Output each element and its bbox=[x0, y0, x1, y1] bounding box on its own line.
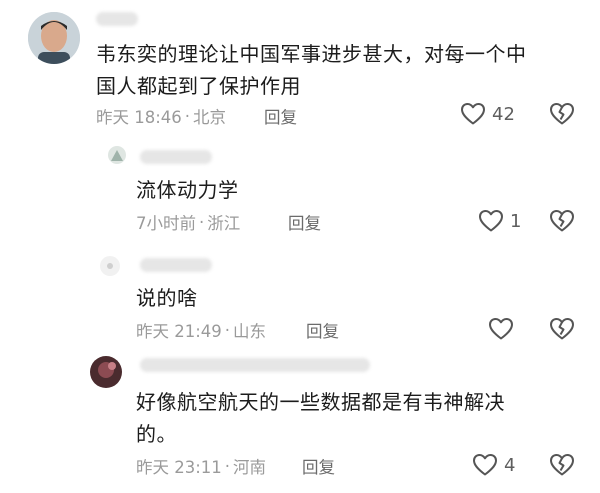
comment-location: 山东 bbox=[233, 322, 267, 341]
broken-heart-icon bbox=[548, 317, 576, 341]
dislike-button[interactable] bbox=[548, 317, 576, 341]
comment-text: 流体动力学 bbox=[136, 174, 239, 206]
like-button[interactable] bbox=[488, 317, 520, 341]
comment-thread: 韦东奕的理论让中国军事进步甚大，对每一个中 国人都起到了保护作用 昨天 18:4… bbox=[0, 0, 600, 493]
separator-dot: · bbox=[199, 212, 205, 232]
heart-outline-icon bbox=[472, 453, 498, 477]
dislike-button[interactable] bbox=[548, 209, 576, 233]
comment-text-line: 的。 bbox=[136, 422, 177, 446]
comment-text-line: 说的啥 bbox=[136, 286, 198, 310]
comment-location: 北京 bbox=[193, 108, 227, 127]
comment-time: 昨天 23:11 bbox=[136, 458, 222, 477]
avatar[interactable] bbox=[108, 146, 126, 164]
separator-dot: · bbox=[184, 106, 191, 126]
comment-location: 浙江 bbox=[207, 214, 241, 233]
comment-time: 7小时前 bbox=[136, 214, 196, 233]
comment-text: 说的啥 bbox=[136, 282, 198, 314]
like-count: 1 bbox=[510, 210, 522, 232]
comment-location: 河南 bbox=[233, 458, 267, 477]
dislike-button[interactable] bbox=[548, 453, 576, 477]
comment-text: 好像航空航天的一些数据都是有韦神解决 的。 bbox=[136, 386, 576, 450]
comment-text-line: 国人都起到了保护作用 bbox=[96, 74, 301, 98]
username-blurred[interactable] bbox=[140, 258, 212, 272]
comment-text-line: 韦东奕的理论让中国军事进步甚大，对每一个中 bbox=[96, 42, 527, 66]
comment-time: 昨天 18:46 bbox=[96, 108, 182, 127]
reply-button[interactable]: 回复 bbox=[306, 318, 339, 342]
username-blurred[interactable] bbox=[96, 12, 138, 26]
like-count: 4 bbox=[504, 454, 516, 476]
heart-outline-icon bbox=[460, 102, 486, 126]
username-blurred[interactable] bbox=[140, 150, 212, 164]
like-button[interactable]: 1 bbox=[478, 209, 521, 233]
dislike-button[interactable] bbox=[548, 102, 576, 126]
avatar[interactable] bbox=[90, 356, 122, 388]
comment-text: 韦东奕的理论让中国军事进步甚大，对每一个中 国人都起到了保护作用 bbox=[96, 38, 586, 102]
broken-heart-icon bbox=[548, 453, 576, 477]
like-button[interactable]: 42 bbox=[460, 102, 515, 126]
username-blurred[interactable] bbox=[140, 358, 370, 372]
separator-dot: · bbox=[224, 456, 231, 476]
avatar[interactable] bbox=[100, 256, 120, 276]
like-button[interactable]: 4 bbox=[472, 453, 515, 477]
comment-meta: 昨天 21:49 · 山东 bbox=[136, 318, 266, 342]
reply-button[interactable]: 回复 bbox=[302, 454, 335, 478]
separator-dot: · bbox=[224, 320, 231, 340]
comment-text-line: 好像航空航天的一些数据都是有韦神解决 bbox=[136, 390, 505, 414]
comment-time: 昨天 21:49 bbox=[136, 322, 222, 341]
comment-text-line: 流体动力学 bbox=[136, 178, 239, 202]
avatar[interactable] bbox=[28, 12, 80, 64]
heart-outline-icon bbox=[478, 209, 504, 233]
reply-button[interactable]: 回复 bbox=[288, 210, 321, 234]
comment-meta: 昨天 18:46 · 北京 bbox=[96, 104, 226, 128]
comment-meta: 7小时前 · 浙江 bbox=[136, 210, 240, 234]
comment-meta: 昨天 23:11 · 河南 bbox=[136, 454, 266, 478]
broken-heart-icon bbox=[548, 102, 576, 126]
reply-button[interactable]: 回复 bbox=[264, 104, 297, 128]
heart-outline-icon bbox=[488, 317, 514, 341]
like-count: 42 bbox=[492, 103, 515, 125]
broken-heart-icon bbox=[548, 209, 576, 233]
